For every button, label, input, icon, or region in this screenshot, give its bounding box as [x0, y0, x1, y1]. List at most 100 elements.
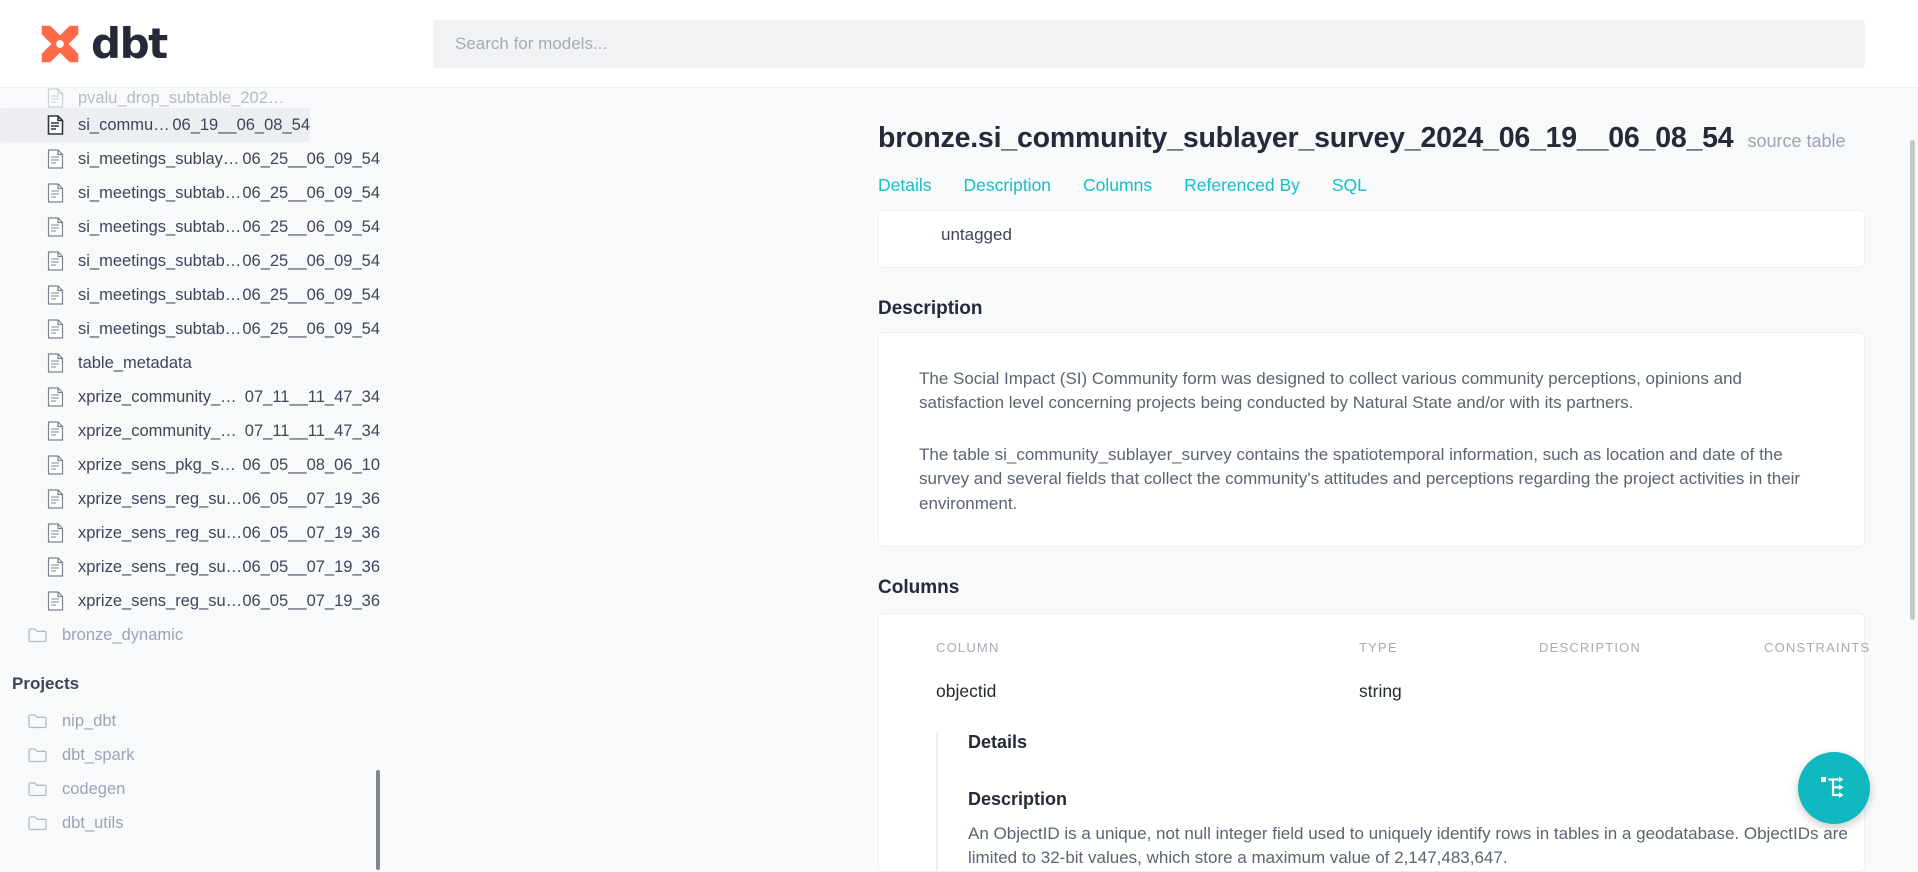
app-root: dbt pvalu_drop_subtable_2024_06_12__14_0… [0, 0, 1918, 872]
main-scrollbar[interactable] [1910, 140, 1915, 620]
page-title: bronze.si_community_sublayer_survey_2024… [878, 122, 1734, 154]
description-card: The Social Impact (SI) Community form wa… [878, 332, 1865, 547]
tab-sql[interactable]: SQL [1332, 175, 1367, 196]
tab-bar: Details Description Columns Referenced By SQ… [380, 175, 1865, 196]
content-scroll-area: bronze.si_community_sublayer_survey_2024… [380, 88, 1918, 872]
file-icon [44, 149, 66, 169]
tree-item-si_community_sublayer[interactable]: si_community_sublayer...06_19__06_08_54 [0, 108, 310, 142]
brand-name: dbt [91, 18, 168, 68]
project-item-nip_dbt[interactable]: nip_dbt [0, 704, 380, 738]
tree-item-si_meetings_subtable_[interactable]: si_meetings_subtable_... 06_25__06_09_54 [0, 244, 380, 278]
tree-item-suffix: 06_25__06_09_54 [242, 319, 380, 338]
project-item-codegen[interactable]: codegen [0, 772, 380, 806]
file-icon [44, 523, 66, 543]
tree-item-label: xprize_community_sub... [78, 387, 245, 406]
tree-item-xprize_sens_reg_sublay[interactable]: xprize_sens_reg_sublay...06_05__07_19_36 [0, 482, 380, 516]
cell-column-type: string [1359, 680, 1402, 701]
columns-table-header: COLUMN TYPE DESCRIPTION CONSTRAINTS TEST… [879, 614, 1869, 655]
projects-heading: Projects [12, 674, 80, 693]
file-icon [44, 183, 66, 203]
tab-details[interactable]: Details [878, 175, 932, 196]
column-details-heading: Details [968, 731, 1028, 752]
description-paragraph: The table si_community_sublayer_survey c… [919, 445, 1801, 513]
column-expanded-detail: Details Description An ObjectID is a uni… [936, 731, 1864, 871]
tree-item-label: si_meetings_sublayer_s... [78, 149, 242, 168]
tree-item-si_meetings_subtable_[interactable]: si_meetings_subtable_... 06_25__06_09_54 [0, 210, 380, 244]
tree-item-xprize_sens_reg_subta[interactable]: xprize_sens_reg_subta...06_05__07_19_36 [0, 584, 380, 618]
tree-item-label: si_meetings_subtable_... [78, 251, 243, 270]
project-item-dbt_utils[interactable]: dbt_utils [0, 806, 380, 840]
file-icon [44, 115, 66, 135]
tree-item-pvalu_drop_subtable_2024_06_12__14_00_21[interactable]: pvalu_drop_subtable_2024_06_12__14_00_21 [0, 88, 380, 108]
tree-item-si_meetings_subtable_[interactable]: si_meetings_subtable_... 06_25__06_09_54 [0, 312, 380, 346]
column-description-text: An ObjectID is a unique, not null intege… [968, 823, 1848, 868]
top-bar [380, 0, 1918, 88]
tab-description[interactable]: Description [964, 175, 1052, 196]
lineage-graph-button[interactable] [1798, 752, 1870, 824]
tree-item-suffix: 06_05__07_19_36 [242, 489, 380, 508]
lineage-graph-icon [1817, 770, 1851, 807]
project-item-label: dbt_utils [62, 813, 124, 832]
tree-item-suffix: 06_25__06_09_54 [242, 183, 380, 202]
folder-icon [26, 627, 48, 643]
tree-item-si_meetings_subtable_[interactable]: si_meetings_subtable_... 06_25__06_09_54 [0, 176, 380, 210]
tag-value: untagged [941, 225, 1012, 244]
tree-folder-bronze-dynamic[interactable]: bronze_dynamic [0, 618, 380, 652]
file-icon [44, 217, 66, 237]
tree-item-label: table_metadata [78, 353, 192, 372]
tree-item-suffix: 07_11__11_47_34 [244, 421, 380, 440]
tree-item-suffix: 06_05__08_06_10 [242, 455, 380, 474]
tree-item-suffix: 06_05__07_19_36 [242, 591, 380, 610]
file-icon [44, 353, 66, 373]
file-icon [44, 421, 66, 441]
tree-item-label: xprize_sens_reg_subta... [78, 523, 242, 542]
tab-columns[interactable]: Columns [1083, 175, 1152, 196]
file-icon [44, 591, 66, 611]
tree-item-label: si_meetings_subtable_... [78, 217, 243, 236]
project-item-label: dbt_spark [62, 745, 135, 764]
tree-item-label: si_meetings_subtable_... [78, 183, 243, 202]
tree-item-xprize_sens_reg_subta[interactable]: xprize_sens_reg_subta...06_05__07_19_36 [0, 550, 380, 584]
project-item-dbt_spark[interactable]: dbt_spark [0, 738, 380, 772]
resource-type-label: source table [1747, 131, 1846, 151]
file-icon [44, 319, 66, 339]
page-header: bronze.si_community_sublayer_survey_2024… [380, 88, 1918, 196]
file-icon [44, 455, 66, 475]
tree-item-suffix: 06_25__06_09_54 [242, 217, 380, 236]
file-icon [44, 88, 66, 108]
folder-icon [26, 815, 48, 831]
model-tree[interactable]: pvalu_drop_subtable_2024_06_12__14_00_21… [0, 88, 380, 872]
tree-item-label: xprize_sens_reg_subta... [78, 557, 242, 576]
columns-card: COLUMN TYPE DESCRIPTION CONSTRAINTS TEST… [878, 612, 1869, 872]
description-section-heading: Description [878, 298, 983, 319]
tree-item-si_meetings_sublayer_s[interactable]: si_meetings_sublayer_s...06_25__06_09_54 [0, 142, 380, 176]
tree-item-label: xprize_sens_pkg_subla... [78, 455, 242, 474]
dbt-logo-icon [36, 20, 84, 68]
project-item-label: nip_dbt [62, 711, 117, 730]
search-input[interactable] [433, 19, 1865, 68]
file-icon [44, 489, 66, 509]
header-description: DESCRIPTION [1539, 639, 1642, 655]
cell-column-name: objectid [936, 680, 997, 701]
tree-item-label: si_meetings_subtable_... [78, 319, 243, 338]
tree-item-label: xprize_community_sub... [78, 421, 245, 440]
tree-item-table_metadata[interactable]: table_metadata [0, 346, 380, 380]
description-paragraph: The Social Impact (SI) Community form wa… [919, 369, 1742, 413]
brand-logo[interactable]: dbt [0, 0, 380, 88]
tree-item-suffix: 06_19__06_08_54 [172, 115, 310, 134]
column-description-heading: Description [968, 788, 1068, 809]
tree-item-suffix: 06_25__06_09_54 [242, 285, 380, 304]
columns-section-heading: Columns [878, 576, 960, 598]
tree-item-suffix: 07_11__11_47_34 [244, 387, 380, 406]
file-icon [44, 251, 66, 271]
tree-item-xprize_sens_pkg_subla[interactable]: xprize_sens_pkg_subla...06_05__08_06_10 [0, 448, 380, 482]
folder-icon [26, 781, 48, 797]
tree-item-xprize_community_sub[interactable]: xprize_community_sub... 07_11__11_47_34 [0, 380, 380, 414]
tree-item-xprize_community_sub[interactable]: xprize_community_sub... 07_11__11_47_34 [0, 414, 380, 448]
tree-item-label: xprize_sens_reg_subta... [78, 591, 242, 610]
tree-item-xprize_sens_reg_subta[interactable]: xprize_sens_reg_subta...06_05__07_19_36 [0, 516, 380, 550]
file-icon [44, 557, 66, 577]
tab-referenced-by[interactable]: Referenced By [1184, 175, 1300, 196]
tree-item-si_meetings_subtable_[interactable]: si_meetings_subtable_... 06_25__06_09_54 [0, 278, 380, 312]
table-row[interactable]: objectid string [879, 655, 1864, 702]
